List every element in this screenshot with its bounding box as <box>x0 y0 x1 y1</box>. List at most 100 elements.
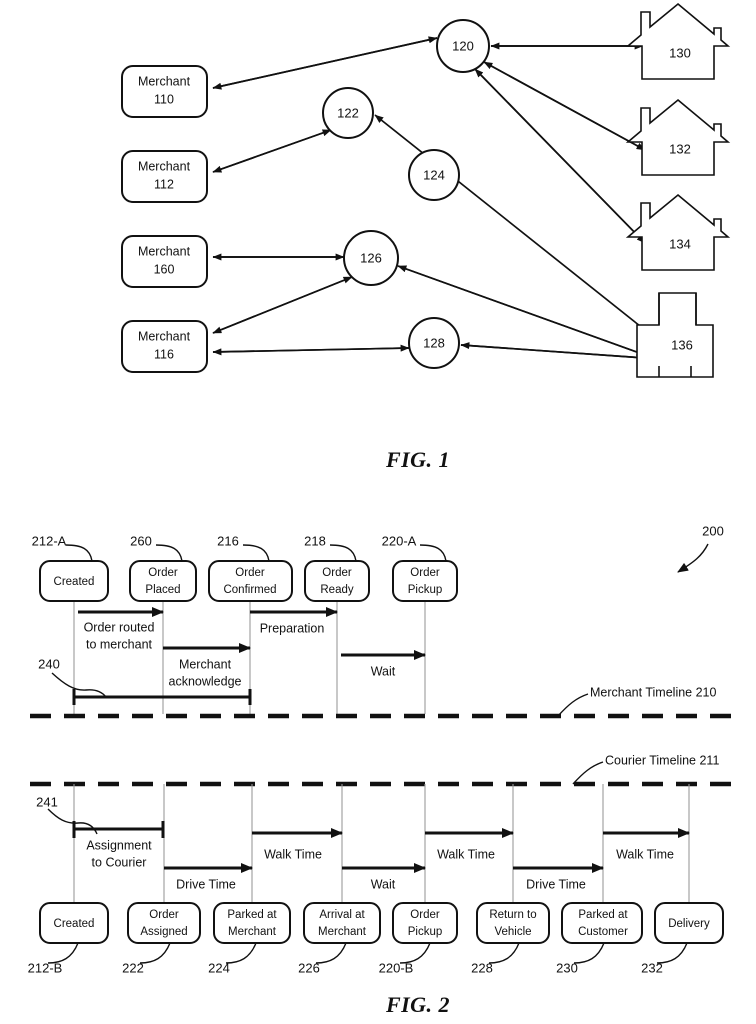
courier-state-arrival-at-merchant: Arrival at Merchant 226 <box>298 902 381 975</box>
edge-merchant-116-to-126 <box>212 276 353 334</box>
house-134-label: 134 <box>669 236 691 251</box>
building-136-group: 136 <box>636 292 714 378</box>
edge-merchant-110-to-120 <box>212 36 438 89</box>
courier-transitions: Assignment to Courier Drive Time Walk Ti… <box>86 828 690 891</box>
node-122-label: 122 <box>337 105 359 120</box>
courier-state-arrival-at-merchant-leader <box>315 942 347 964</box>
courier-state-parked-at-merchant-leader <box>225 942 257 964</box>
node-122-group: 122 <box>322 87 374 139</box>
courier-transition-walk-3: Walk Time <box>603 828 690 861</box>
courier-transition-drive-1: Drive Time <box>164 863 253 891</box>
courier-state-parked-at-merchant: Parked at Merchant 224 <box>208 902 291 975</box>
building-icon-136 <box>636 292 714 378</box>
courier-state-created-b-label: Created <box>54 918 95 930</box>
courier-timeline-label: Courier Timeline 211 <box>605 753 719 767</box>
courier-timeline-group: Courier Timeline 211 <box>30 753 740 787</box>
merchant-160-label-line2: 160 <box>154 262 175 276</box>
courier-state-order-assigned-leader <box>139 942 171 964</box>
merchant-state-order-ready-line1: Order <box>322 567 352 579</box>
merchant-state-order-ready-ref: 218 <box>304 533 326 548</box>
courier-state-return-to-vehicle: Return to Vehicle 228 <box>471 902 550 975</box>
courier-state-parked-at-merchant-line1: Parked at <box>227 909 277 921</box>
merchant-state-order-placed-ref: 260 <box>130 533 152 548</box>
figure-1-group: Merchant 110 Merchant 112 Merchant 160 M… <box>121 2 731 472</box>
courier-state-order-pickup-b-ref: 220-B <box>379 960 414 975</box>
courier-state-arrival-at-merchant-line2: Merchant <box>318 926 367 938</box>
courier-state-delivery: Delivery 232 <box>641 902 724 975</box>
courier-state-arrival-at-merchant-line1: Arrival at <box>319 909 365 921</box>
house-icon-134 <box>625 193 731 271</box>
merchant-transitions: Order routed to merchant Merchant acknow… <box>78 607 426 688</box>
courier-transition-drive-1-label: Drive Time <box>176 877 236 891</box>
transition-order-routed-label-line2: to merchant <box>86 637 153 651</box>
courier-state-return-to-vehicle-line1: Return to <box>489 909 536 921</box>
merchant-110-label-line2: 110 <box>154 92 174 106</box>
transition-merchant-acknowledge-label-line1: Merchant <box>179 657 232 671</box>
courier-state-order-assigned: Order Assigned 222 <box>122 902 201 975</box>
courier-transition-walk-1: Walk Time <box>252 828 343 861</box>
courier-state-order-assigned-ref: 222 <box>122 960 144 975</box>
edge-merchant-112-to-122 <box>212 129 332 173</box>
merchant-state-created-a: Created 212-A <box>32 533 109 602</box>
patent-figure-page: Merchant 110 Merchant 112 Merchant 160 M… <box>0 0 756 1024</box>
courier-state-return-to-vehicle-ref: 228 <box>471 960 493 975</box>
merchant-state-order-placed: Order Placed 260 <box>129 533 197 602</box>
transition-order-routed: Order routed to merchant <box>78 607 164 651</box>
courier-transition-drive-2-label: Drive Time <box>526 877 586 891</box>
transition-wait-merchant: Wait <box>341 650 426 678</box>
house-icon-132 <box>625 98 731 176</box>
merchant-112-label-line2: 112 <box>154 177 174 191</box>
courier-transition-wait: Wait <box>342 863 426 891</box>
courier-state-return-to-vehicle-leader <box>488 942 520 964</box>
merchant-110-label-line1: Merchant <box>138 74 191 88</box>
transition-wait-merchant-label: Wait <box>371 664 396 678</box>
figure-1-destinations: 130 132 134 136 <box>625 2 731 378</box>
merchant-timeline-group: Merchant Timeline 210 <box>30 685 740 719</box>
transition-merchant-acknowledge: Merchant acknowledge <box>163 643 251 688</box>
courier-state-order-assigned-line1: Order <box>149 909 179 921</box>
figure-2-reference-callout: 200 <box>677 523 724 573</box>
courier-state-order-pickup-b: Order Pickup 220-B <box>379 902 458 975</box>
merchant-110-node: Merchant 110 <box>121 65 208 118</box>
merchant-state-order-placed-line1: Order <box>148 567 178 579</box>
figure-2-reference-label: 200 <box>702 523 724 538</box>
merchant-state-order-pickup-a-ref: 220-A <box>382 533 417 548</box>
patent-figures-canvas: Merchant 110 Merchant 112 Merchant 160 M… <box>28 2 740 1017</box>
edge-120-to-house-134 <box>474 68 646 244</box>
courier-state-arrival-at-merchant-ref: 226 <box>298 960 320 975</box>
node-124-label: 124 <box>423 167 445 182</box>
courier-state-delivery-ref: 232 <box>641 960 663 975</box>
merchant-state-order-pickup-a-leader <box>419 544 447 562</box>
courier-state-created-b: Created 212-B <box>28 902 109 975</box>
merchant-state-order-confirmed: Order Confirmed 216 <box>208 533 293 602</box>
courier-transition-assignment-label-line2: to Courier <box>92 855 147 869</box>
courier-transition-walk-2-label: Walk Time <box>437 847 495 861</box>
merchant-state-order-confirmed-ref: 216 <box>217 533 239 548</box>
courier-state-order-pickup-b-line2: Pickup <box>408 926 443 938</box>
bracket-241-ref: 241 <box>36 794 58 809</box>
courier-transition-drive-2: Drive Time <box>513 863 604 891</box>
bracket-241-group: 241 <box>36 794 165 838</box>
courier-transition-assignment-label-line1: Assignment <box>86 838 152 852</box>
courier-state-delivery-label: Delivery <box>668 918 710 930</box>
courier-transition-walk-3-label: Walk Time <box>616 847 674 861</box>
merchant-160-label-line1: Merchant <box>138 244 191 258</box>
edge-building-136-to-122 <box>374 114 646 331</box>
merchant-state-order-pickup-a-line1: Order <box>410 567 440 579</box>
house-130-label: 130 <box>669 45 691 60</box>
bracket-240-ref: 240 <box>38 656 60 671</box>
courier-state-order-assigned-line2: Assigned <box>140 926 187 938</box>
courier-state-parked-at-merchant-ref: 224 <box>208 960 230 975</box>
house-132-label: 132 <box>669 141 691 156</box>
transition-preparation-label: Preparation <box>260 621 325 635</box>
courier-transition-wait-label: Wait <box>371 877 396 891</box>
courier-state-parked-at-customer: Parked at Customer 230 <box>556 902 643 975</box>
merchant-state-row: Created 212-A Order Placed 260 Order Con… <box>32 533 458 602</box>
edge-120-to-house-132 <box>483 61 646 151</box>
courier-transition-assignment: Assignment to Courier <box>86 838 152 869</box>
merchant-state-order-ready-leader <box>329 544 357 562</box>
merchant-timeline-label: Merchant Timeline 210 <box>590 685 717 699</box>
edge-merchant-116-to-128 <box>212 344 410 353</box>
building-136-label: 136 <box>671 337 693 352</box>
merchant-state-created-a-ref: 212-A <box>32 533 67 548</box>
